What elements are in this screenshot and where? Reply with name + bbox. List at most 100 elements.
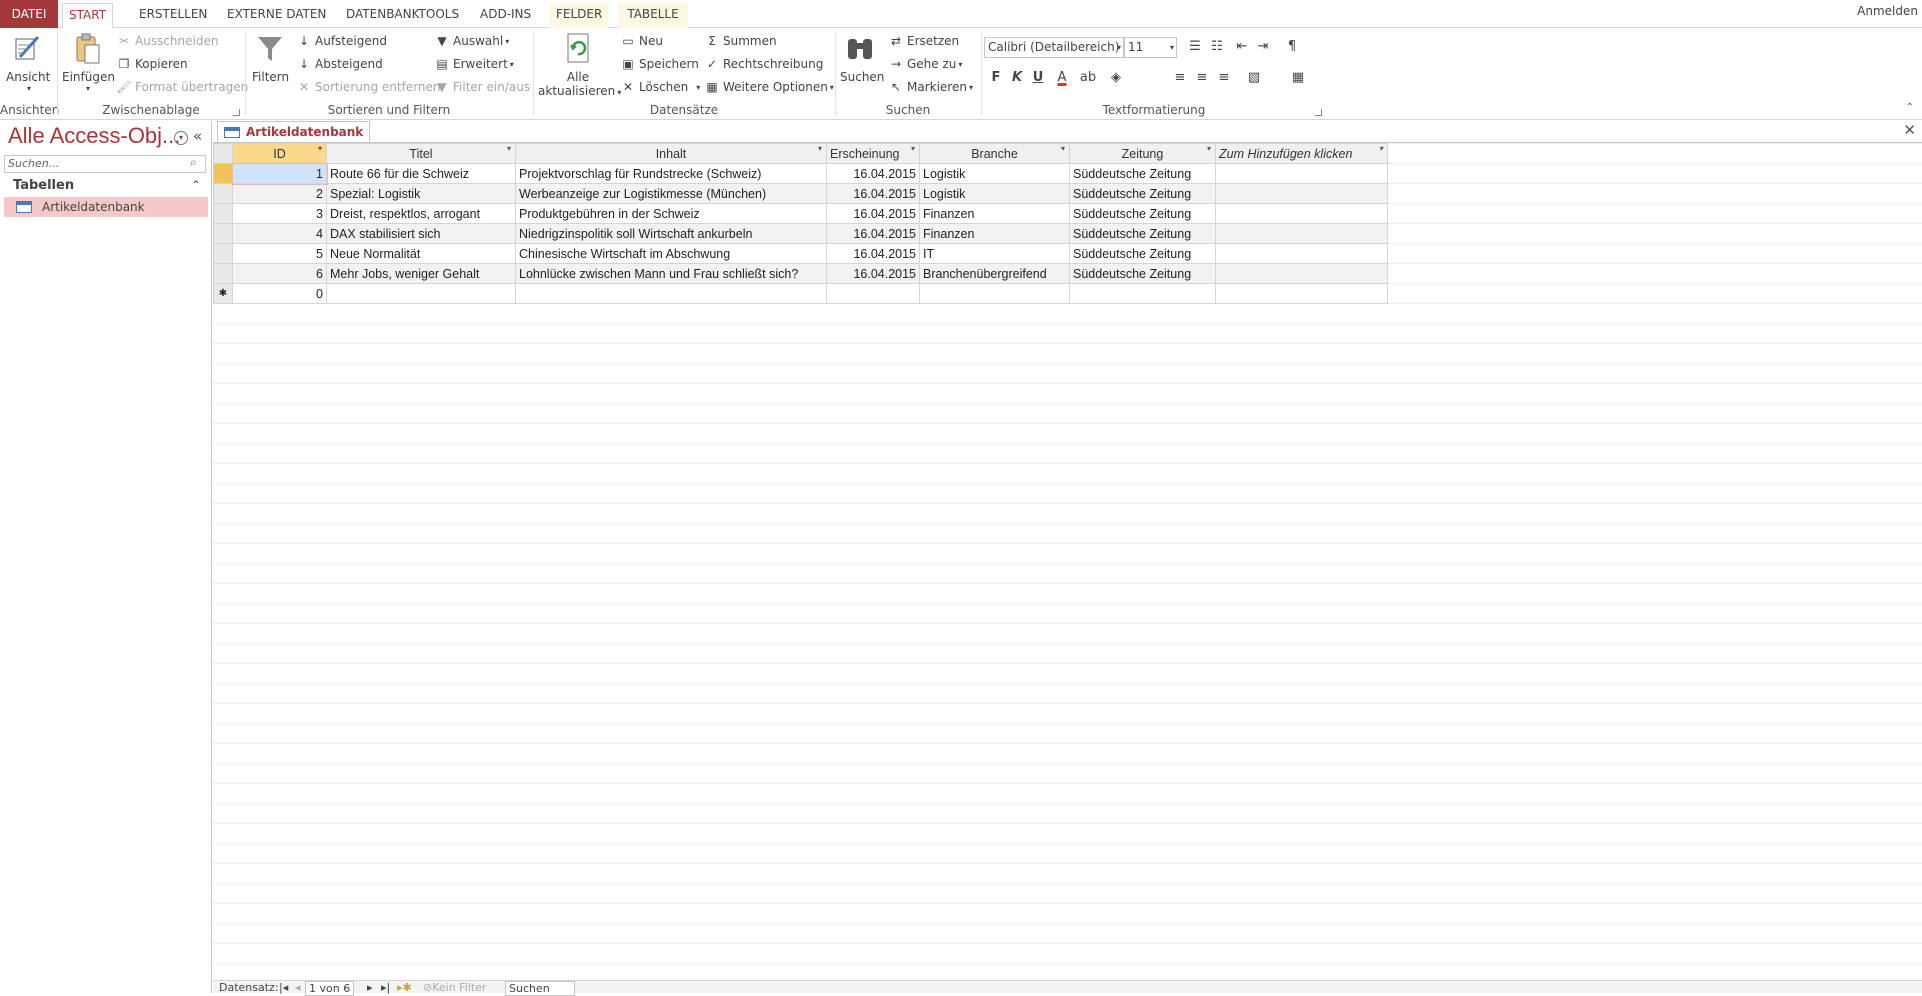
gridlines-icon[interactable]: ▦ bbox=[1288, 68, 1308, 88]
cell-branche[interactable] bbox=[919, 283, 1070, 304]
cell-id[interactable]: 6 bbox=[232, 263, 327, 284]
cell-erscheinung[interactable]: 16.04.2015 bbox=[826, 183, 920, 204]
table-row[interactable]: 4 DAX stabilisiert sich Niedrigzinspolit… bbox=[213, 223, 1388, 244]
nav-section-tabellen[interactable]: Tabellen ⌃ bbox=[4, 176, 208, 196]
column-header-zeitung[interactable]: Zeitung ▾ bbox=[1069, 143, 1216, 164]
nav-search-input[interactable]: Suchen... bbox=[4, 155, 206, 173]
last-record-icon[interactable]: ▸| bbox=[381, 981, 390, 994]
bold-button[interactable]: F bbox=[986, 68, 1006, 88]
tab-datenbanktools[interactable]: DATENBANKTOOLS bbox=[340, 3, 465, 28]
table-row[interactable]: 5 Neue Normalität Chinesische Wirtschaft… bbox=[213, 243, 1388, 264]
filter-ein-aus-button[interactable]: ▼ Filter ein/aus bbox=[434, 78, 530, 97]
cell-inhalt[interactable]: Chinesische Wirtschaft im Abschwung bbox=[515, 243, 827, 264]
cell-inhalt[interactable]: Projektvorschlag für Rundstrecke (Schwei… bbox=[515, 163, 827, 184]
record-selector[interactable] bbox=[213, 183, 233, 204]
bullet-list-icon[interactable]: ☰ bbox=[1185, 37, 1205, 57]
document-tab-artikeldatenbank[interactable]: Artikeldatenbank bbox=[217, 121, 371, 142]
table-row[interactable]: 6 Mehr Jobs, weniger Gehalt Lohnlücke zw… bbox=[213, 263, 1388, 284]
cell-zeitung[interactable]: Süddeutsche Zeitung bbox=[1069, 203, 1216, 224]
align-left-icon[interactable]: ≡ bbox=[1170, 68, 1190, 88]
no-filter-button[interactable]: ⊘ Kein Filter bbox=[423, 981, 486, 994]
cell-erscheinung[interactable]: 16.04.2015 bbox=[826, 223, 920, 244]
column-header-branche[interactable]: Branche ▾ bbox=[919, 143, 1070, 164]
ansicht-button[interactable]: Ansicht ▾ bbox=[6, 31, 50, 93]
increase-indent-icon[interactable]: ⇥ bbox=[1253, 37, 1273, 57]
cell-inhalt[interactable] bbox=[515, 283, 827, 304]
auswahl-button[interactable]: ▼ Auswahl ▾ bbox=[434, 32, 509, 51]
cell-inhalt[interactable]: Niedrigzinspolitik soll Wirtschaft ankur… bbox=[515, 223, 827, 244]
record-search-input[interactable]: Suchen bbox=[505, 981, 575, 996]
table-row[interactable]: 2 Spezial: Logistik Werbeanzeige zur Log… bbox=[213, 183, 1388, 204]
cell-add-field[interactable] bbox=[1215, 263, 1388, 284]
record-selector[interactable] bbox=[213, 243, 233, 264]
cell-branche[interactable]: IT bbox=[919, 243, 1070, 264]
cell-titel[interactable]: Neue Normalität bbox=[326, 243, 516, 264]
tab-datei[interactable]: DATEI bbox=[0, 0, 58, 28]
column-header-titel[interactable]: Titel ▾ bbox=[326, 143, 516, 164]
cell-branche[interactable]: Finanzen bbox=[919, 203, 1070, 224]
cell-id[interactable]: 4 bbox=[232, 223, 327, 244]
cell-id[interactable]: 2 bbox=[232, 183, 327, 204]
highlight-icon[interactable]: ab bbox=[1078, 68, 1098, 88]
record-selector[interactable] bbox=[213, 263, 233, 284]
text-direction-icon[interactable]: ¶ bbox=[1282, 37, 1302, 57]
select-all-cell[interactable] bbox=[213, 143, 233, 164]
chevron-down-icon[interactable]: ▾ bbox=[911, 145, 915, 154]
record-selector[interactable] bbox=[213, 163, 233, 184]
erweitert-button[interactable]: ▤ Erweitert ▾ bbox=[434, 55, 513, 74]
underline-button[interactable]: U bbox=[1028, 68, 1048, 88]
aufsteigend-button[interactable]: ↓ Aufsteigend bbox=[296, 32, 387, 51]
numbered-list-icon[interactable]: ☷ bbox=[1207, 37, 1227, 57]
dialog-launcher-icon[interactable] bbox=[1315, 109, 1322, 116]
chevron-down-icon[interactable]: ▾ bbox=[1379, 145, 1383, 154]
close-icon[interactable]: ✕ bbox=[1903, 121, 1916, 139]
cell-id[interactable]: 5 bbox=[232, 243, 327, 264]
cell-branche[interactable]: Branchenübergreifend bbox=[919, 263, 1070, 284]
cell-add-field[interactable] bbox=[1215, 203, 1388, 224]
gehe-zu-button[interactable]: → Gehe zu ▾ bbox=[888, 55, 962, 74]
search-icon[interactable]: ⌕ bbox=[190, 155, 197, 170]
filtern-button[interactable]: Filtern bbox=[252, 31, 289, 84]
format-uebertragen-button[interactable]: 🖌 Format übertragen bbox=[116, 78, 248, 97]
tab-start[interactable]: START bbox=[62, 3, 114, 29]
cell-add-field[interactable] bbox=[1215, 223, 1388, 244]
cell-zeitung[interactable]: Süddeutsche Zeitung bbox=[1069, 243, 1216, 264]
sortierung-entfernen-button[interactable]: ✕ Sortierung entfernen bbox=[296, 78, 441, 97]
nav-menu-chevron-icon[interactable]: ▾ bbox=[174, 131, 188, 145]
column-header-inhalt[interactable]: Inhalt ▾ bbox=[515, 143, 827, 164]
ersetzen-button[interactable]: ⇄ Ersetzen bbox=[888, 32, 959, 51]
cell-branche[interactable]: Finanzen bbox=[919, 223, 1070, 244]
column-header-id[interactable]: ID ▾ bbox=[232, 143, 327, 164]
cell-zeitung[interactable]: Süddeutsche Zeitung bbox=[1069, 223, 1216, 244]
record-selector[interactable] bbox=[213, 203, 233, 224]
align-right-icon[interactable]: ≡ bbox=[1214, 68, 1234, 88]
cell-inhalt[interactable]: Lohnlücke zwischen Mann und Frau schließ… bbox=[515, 263, 827, 284]
absteigend-button[interactable]: ↓ Absteigend bbox=[296, 55, 383, 74]
record-number-input[interactable]: 1 von 6 bbox=[305, 981, 355, 996]
cell-zeitung[interactable]: Süddeutsche Zeitung bbox=[1069, 263, 1216, 284]
cell-erscheinung[interactable]: 16.04.2015 bbox=[826, 243, 920, 264]
font-family-select[interactable]: Calibri (Detailbereich) ▾ bbox=[984, 37, 1124, 58]
suchen-button[interactable]: Suchen bbox=[840, 31, 884, 84]
tab-erstellen[interactable]: ERSTELLEN bbox=[133, 3, 213, 28]
cell-id[interactable]: 1 bbox=[231, 162, 328, 185]
tab-externe-daten[interactable]: EXTERNE DATEN bbox=[221, 3, 332, 28]
speichern-button[interactable]: ▣ Speichern bbox=[620, 55, 699, 74]
nav-item-artikeldatenbank[interactable]: Artikeldatenbank bbox=[4, 197, 208, 217]
first-record-icon[interactable]: |◂ bbox=[279, 981, 288, 994]
cell-inhalt[interactable]: Produktgebühren in der Schweiz bbox=[515, 203, 827, 224]
summen-button[interactable]: Σ Summen bbox=[704, 32, 776, 51]
italic-button[interactable]: K bbox=[1007, 68, 1027, 88]
table-row[interactable]: 3 Dreist, respektlos, arrogant Produktge… bbox=[213, 203, 1388, 224]
chevron-down-icon[interactable]: ▾ bbox=[318, 145, 322, 154]
cell-add-field[interactable] bbox=[1215, 163, 1388, 184]
cell-zeitung[interactable] bbox=[1069, 283, 1216, 304]
column-header-erscheinung[interactable]: Erscheinung ▾ bbox=[826, 143, 920, 164]
alternate-row-color-icon[interactable]: ▧ bbox=[1244, 68, 1264, 88]
font-size-select[interactable]: 11 ▾ bbox=[1124, 37, 1177, 58]
cell-id[interactable]: 0 bbox=[232, 283, 327, 304]
new-record-nav-icon[interactable]: ▸✱ bbox=[397, 981, 412, 994]
einfuegen-button[interactable]: Einfügen ▾ bbox=[62, 31, 115, 93]
cell-titel[interactable]: Route 66 für die Schweiz bbox=[326, 163, 516, 184]
cell-add-field[interactable] bbox=[1215, 243, 1388, 264]
